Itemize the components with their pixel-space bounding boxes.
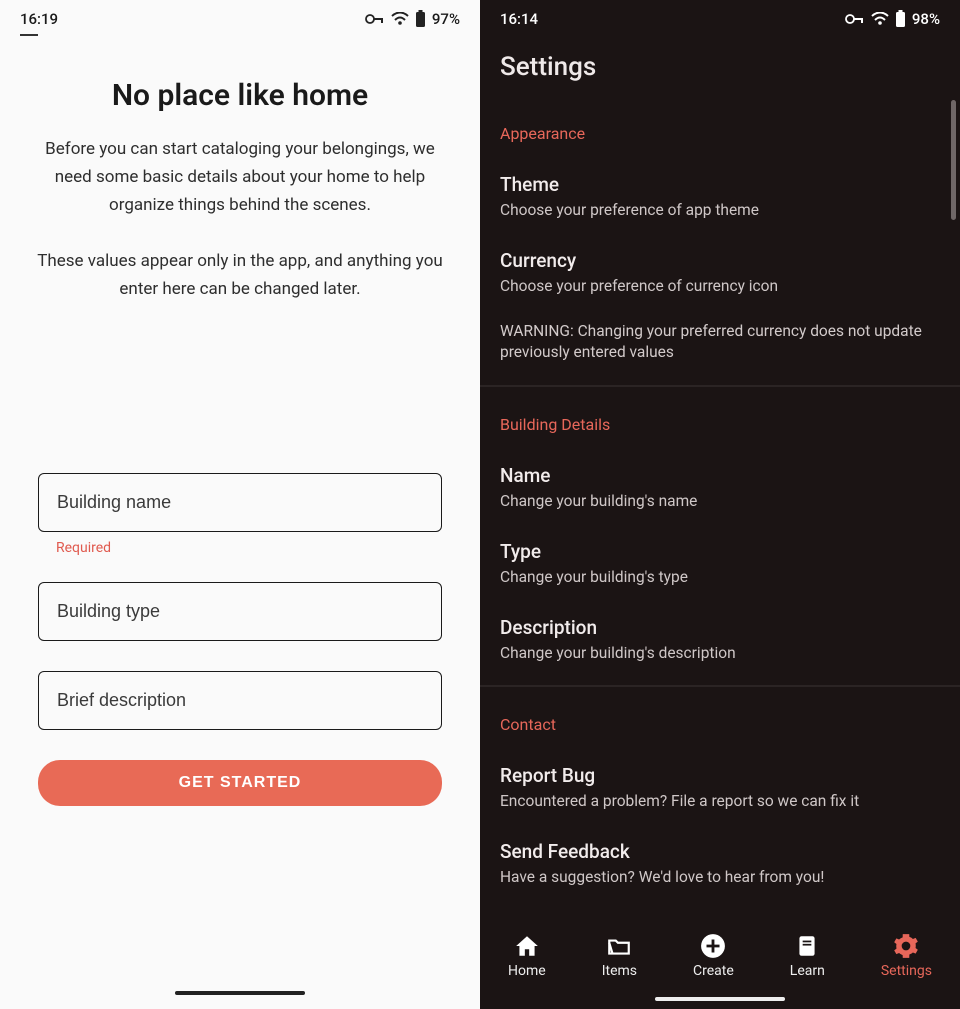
row-title: Type: [500, 540, 940, 563]
nav-settings[interactable]: Settings: [881, 933, 932, 979]
page-title: No place like home: [36, 78, 444, 113]
row-send-feedback[interactable]: Send Feedback Have a suggestion? We'd lo…: [500, 830, 940, 906]
battery-percent: 98%: [912, 10, 940, 28]
status-time: 16:14: [500, 10, 538, 28]
row-sub: Choose your preference of currency icon: [500, 276, 940, 297]
row-sub: Have a suggestion? We'd love to hear fro…: [500, 867, 940, 888]
row-title: Theme: [500, 173, 940, 196]
nav-label: Learn: [790, 963, 825, 979]
intro-para-2: These values appear only in the app, and…: [36, 247, 444, 303]
status-time: 16:19: [20, 10, 58, 28]
nav-label: Create: [693, 963, 734, 979]
section-building: Building Details: [500, 415, 940, 434]
row-title: Send Feedback: [500, 840, 940, 863]
vpn-key-icon: [845, 13, 865, 25]
row-sub: Change your building's type: [500, 567, 940, 588]
nav-create[interactable]: Create: [693, 933, 734, 979]
settings-screen: 16:14 98% Settings Appearance Theme Choo…: [480, 0, 960, 1009]
building-name-input[interactable]: [57, 492, 423, 513]
building-name-field[interactable]: [38, 473, 442, 532]
section-contact: Contact: [500, 715, 940, 734]
row-building-desc[interactable]: Description Change your building's descr…: [500, 606, 940, 682]
wifi-icon: [391, 12, 409, 26]
row-report-bug[interactable]: Report Bug Encountered a problem? File a…: [500, 754, 940, 830]
gear-icon: [893, 933, 919, 959]
page-title: Settings: [480, 32, 960, 96]
currency-warning: WARNING: Changing your preferred currenc…: [480, 319, 960, 385]
row-title: Description: [500, 616, 940, 639]
status-right: 98%: [845, 10, 940, 28]
wifi-icon: [871, 12, 889, 26]
required-note: Required: [56, 540, 442, 556]
row-currency[interactable]: Currency Choose your preference of curre…: [500, 239, 940, 315]
building-desc-field[interactable]: [38, 671, 442, 730]
bottom-nav: Home Items Create Learn Settings: [480, 919, 960, 1009]
status-bar: 16:19 97%: [0, 0, 480, 32]
plus-circle-icon: [700, 933, 726, 959]
row-building-type[interactable]: Type Change your building's type: [500, 530, 940, 606]
nav-label: Settings: [881, 963, 932, 979]
section-appearance: Appearance: [500, 124, 940, 143]
row-title: Name: [500, 464, 940, 487]
get-started-button[interactable]: GET STARTED: [38, 760, 442, 806]
onboarding-screen: 16:19 97% No place like home Before you …: [0, 0, 480, 1009]
row-sub: Choose your preference of app theme: [500, 200, 940, 221]
row-title: Report Bug: [500, 764, 940, 787]
row-theme[interactable]: Theme Choose your preference of app them…: [500, 163, 940, 239]
gesture-bar: [175, 991, 305, 995]
status-right: 97%: [365, 10, 460, 28]
scroll-indicator[interactable]: [951, 100, 956, 220]
row-sub: Change your building's description: [500, 643, 940, 664]
row-title: Currency: [500, 249, 940, 272]
nav-learn[interactable]: Learn: [790, 933, 825, 979]
nav-label: Home: [508, 963, 546, 979]
row-sub: Change your building's name: [500, 491, 940, 512]
vpn-key-icon: [365, 13, 385, 25]
building-type-input[interactable]: [57, 601, 423, 622]
battery-percent: 97%: [432, 10, 460, 28]
row-sub: Encountered a problem? File a report so …: [500, 791, 940, 812]
nav-home[interactable]: Home: [508, 933, 546, 979]
gesture-bar: [655, 997, 785, 1001]
intro-para-1: Before you can start cataloging your bel…: [36, 135, 444, 219]
folder-icon: [606, 933, 632, 959]
status-bar: 16:14 98%: [480, 0, 960, 32]
book-icon: [794, 933, 820, 959]
nav-label: Items: [602, 963, 637, 979]
building-type-field[interactable]: [38, 582, 442, 641]
nav-items[interactable]: Items: [602, 933, 637, 979]
building-desc-input[interactable]: [57, 690, 423, 711]
battery-icon: [415, 10, 426, 28]
battery-icon: [895, 10, 906, 28]
home-icon: [514, 933, 540, 959]
row-building-name[interactable]: Name Change your building's name: [500, 454, 940, 530]
